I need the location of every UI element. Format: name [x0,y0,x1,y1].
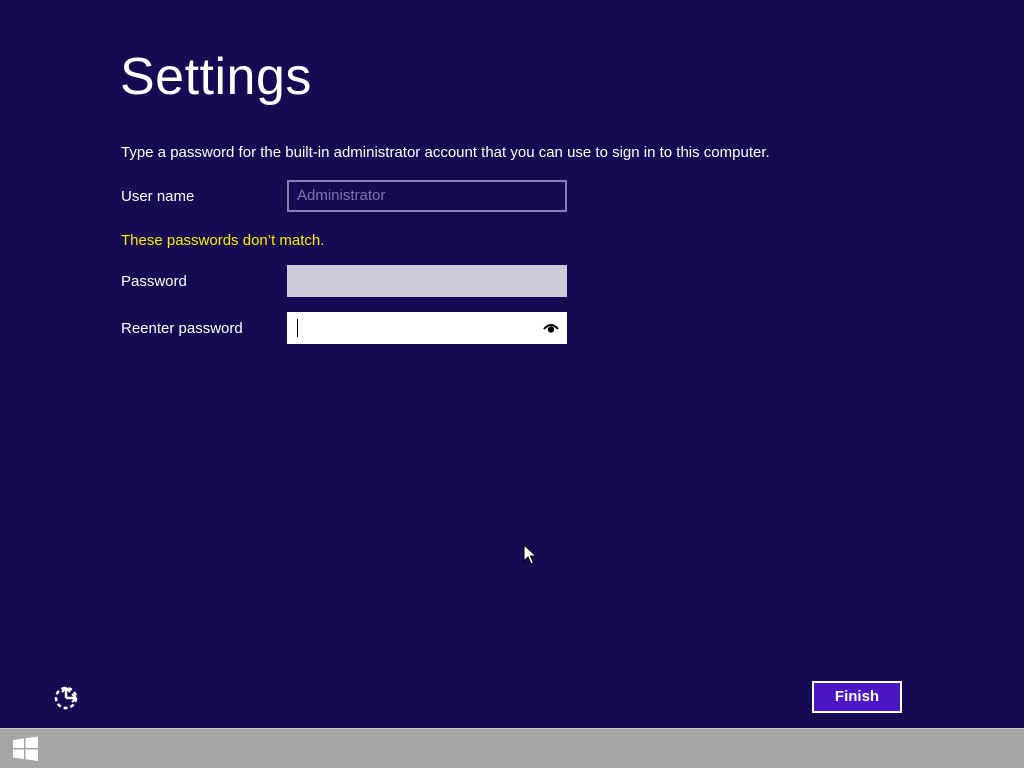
username-label: User name [121,188,195,205]
password-field[interactable] [287,265,567,297]
username-field[interactable]: Administrator [287,180,567,212]
ease-of-access-icon[interactable] [50,682,82,714]
finish-button[interactable]: Finish [812,681,902,713]
taskbar [0,728,1024,768]
page-title: Settings [120,48,312,106]
reenter-password-label: Reenter password [121,320,243,337]
reveal-password-eye-icon[interactable] [543,321,559,335]
reenter-password-field[interactable] [287,312,567,344]
password-label: Password [121,273,187,290]
instruction-text: Type a password for the built-in adminis… [121,144,770,161]
windows-logo-icon[interactable] [0,729,50,768]
password-mismatch-error: These passwords don’t match. [121,232,325,249]
text-caret [297,319,298,337]
mouse-pointer-icon [523,544,537,565]
